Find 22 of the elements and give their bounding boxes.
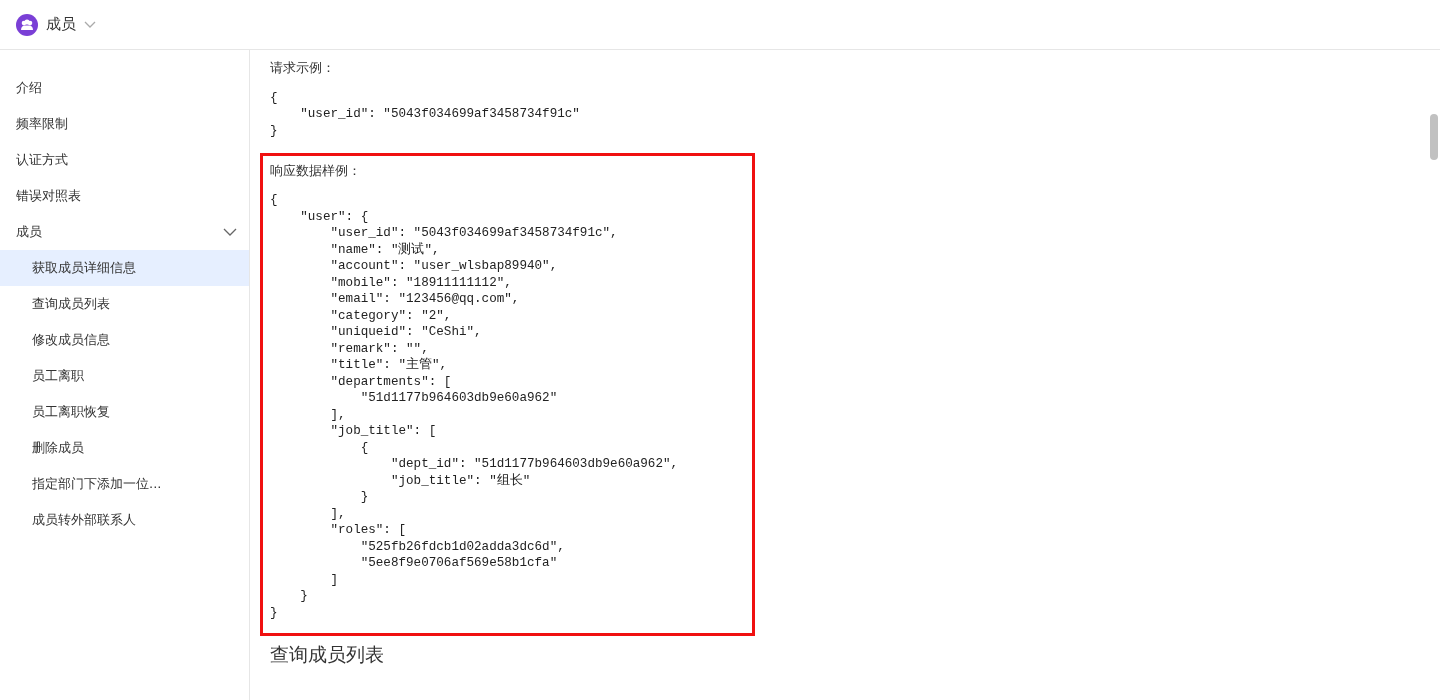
- sidebar-item[interactable]: 频率限制: [0, 106, 249, 142]
- section-label: 请求示例：: [270, 59, 335, 77]
- section-label: 响应数据样例：: [270, 161, 361, 180]
- sidebar-item[interactable]: 删除成员: [0, 430, 249, 466]
- sidebar-item[interactable]: 成员: [0, 214, 249, 250]
- code-text: { "user": { "user_id": "5043f034699af3458734f91c", "name": "测试", "account": "user_wlsbap89940", "mobile": "18911111112", "email": "123456@qq.com", "category": "2", "uniqueid": "CeShi", "remark": "", "title": "主管", "departments": [ "51d1177b964603db9e60a962" ], "job_title": [ { "dept_id": "51d1177b964603db9e60a962", "job_title": "组长" } ], "roles": [ "525fb26fdcb1d02adda3dc6d", "5ee8f9e0706af569e58b1cfa" ] } }: [270, 192, 679, 621]
- section-heading: 查询成员列表: [270, 641, 384, 666]
- sidebar-item[interactable]: 认证方式: [0, 142, 249, 178]
- logo-icon: [16, 13, 38, 36]
- scrollbar-thumb[interactable]: [1430, 114, 1438, 160]
- code-text: { "user_id": "5043f034699af3458734f91c" }: [270, 89, 580, 139]
- sidebar-item[interactable]: 错误对照表: [0, 178, 249, 214]
- sidebar-item[interactable]: 修改成员信息: [0, 322, 249, 358]
- sidebar-item[interactable]: 介绍: [0, 70, 249, 106]
- sidebar-item[interactable]: 员工离职: [0, 358, 249, 394]
- sidebar-item[interactable]: 查询成员列表: [0, 286, 249, 322]
- page-title[interactable]: 成员: [46, 13, 76, 36]
- sidebar-item[interactable]: 成员转外部联系人: [0, 502, 249, 538]
- sidebar-item[interactable]: 员工离职恢复: [0, 394, 249, 430]
- chevron-down-icon[interactable]: [223, 227, 237, 237]
- sidebar-item[interactable]: 指定部门下添加一位...: [0, 466, 249, 502]
- sidebar-item[interactable]: 获取成员详细信息: [0, 250, 249, 286]
